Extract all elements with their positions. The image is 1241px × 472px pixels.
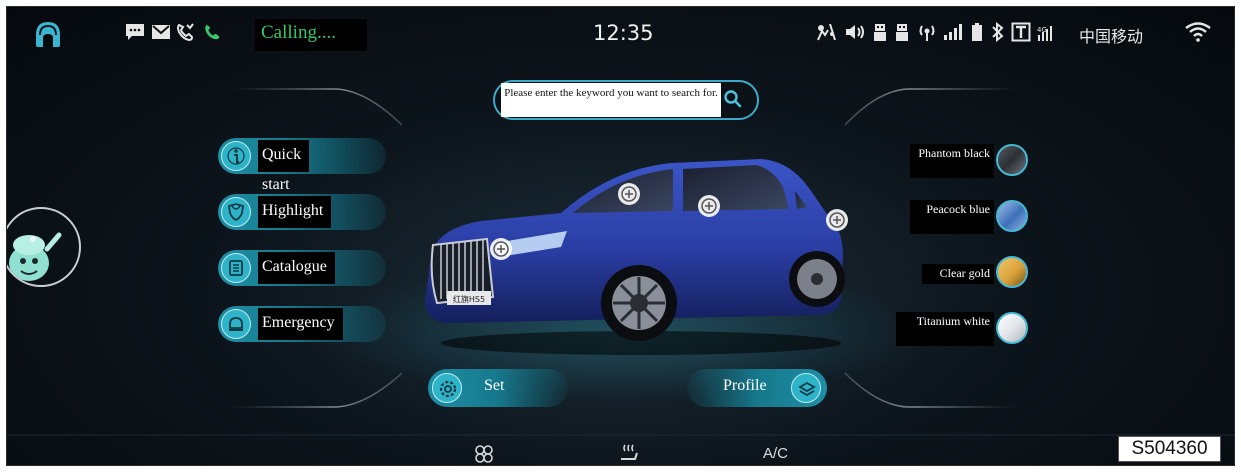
ac-button[interactable]: A/C: [763, 445, 788, 462]
menu-label: Catalogue: [258, 252, 335, 284]
color-swatch[interactable]: [996, 256, 1028, 288]
search-input[interactable]: Please enter the keyword you want to sea…: [501, 83, 721, 117]
layers-icon: [791, 373, 821, 403]
set-button[interactable]: Set: [428, 369, 568, 407]
seat-heating-icon[interactable]: [617, 441, 641, 465]
menu-label: Quick start: [258, 140, 310, 193]
book-icon: [221, 253, 251, 283]
color-swatch[interactable]: [996, 144, 1028, 176]
profile-button[interactable]: Profile: [687, 369, 827, 407]
color-label: Clear gold: [922, 264, 994, 284]
gear-icon: [432, 373, 462, 403]
shield-icon: [221, 197, 251, 227]
set-button-label: Set: [484, 377, 505, 394]
menu-label: Highlight: [258, 196, 332, 228]
color-swatch[interactable]: [996, 200, 1028, 232]
color-label: Phantom black: [910, 144, 994, 178]
color-label: Peacock blue: [910, 200, 994, 234]
color-swatch[interactable]: [996, 312, 1028, 344]
info-icon: [221, 141, 251, 171]
license-plate: 红旗HS5: [453, 294, 485, 304]
car-image: 红旗HS5: [425, 159, 848, 355]
figure-code-label: S504360: [1118, 436, 1221, 462]
bell-icon: [221, 309, 251, 339]
menu-label: Emergency: [258, 308, 343, 340]
fan-icon[interactable]: [473, 443, 495, 465]
profile-button-label: Profile: [723, 377, 767, 394]
color-label: Titanium white: [896, 312, 994, 346]
search-icon[interactable]: [722, 88, 744, 110]
infotainment-screen: Calling.... 12:35 4G 中国移动 Please enter t…: [6, 6, 1235, 466]
